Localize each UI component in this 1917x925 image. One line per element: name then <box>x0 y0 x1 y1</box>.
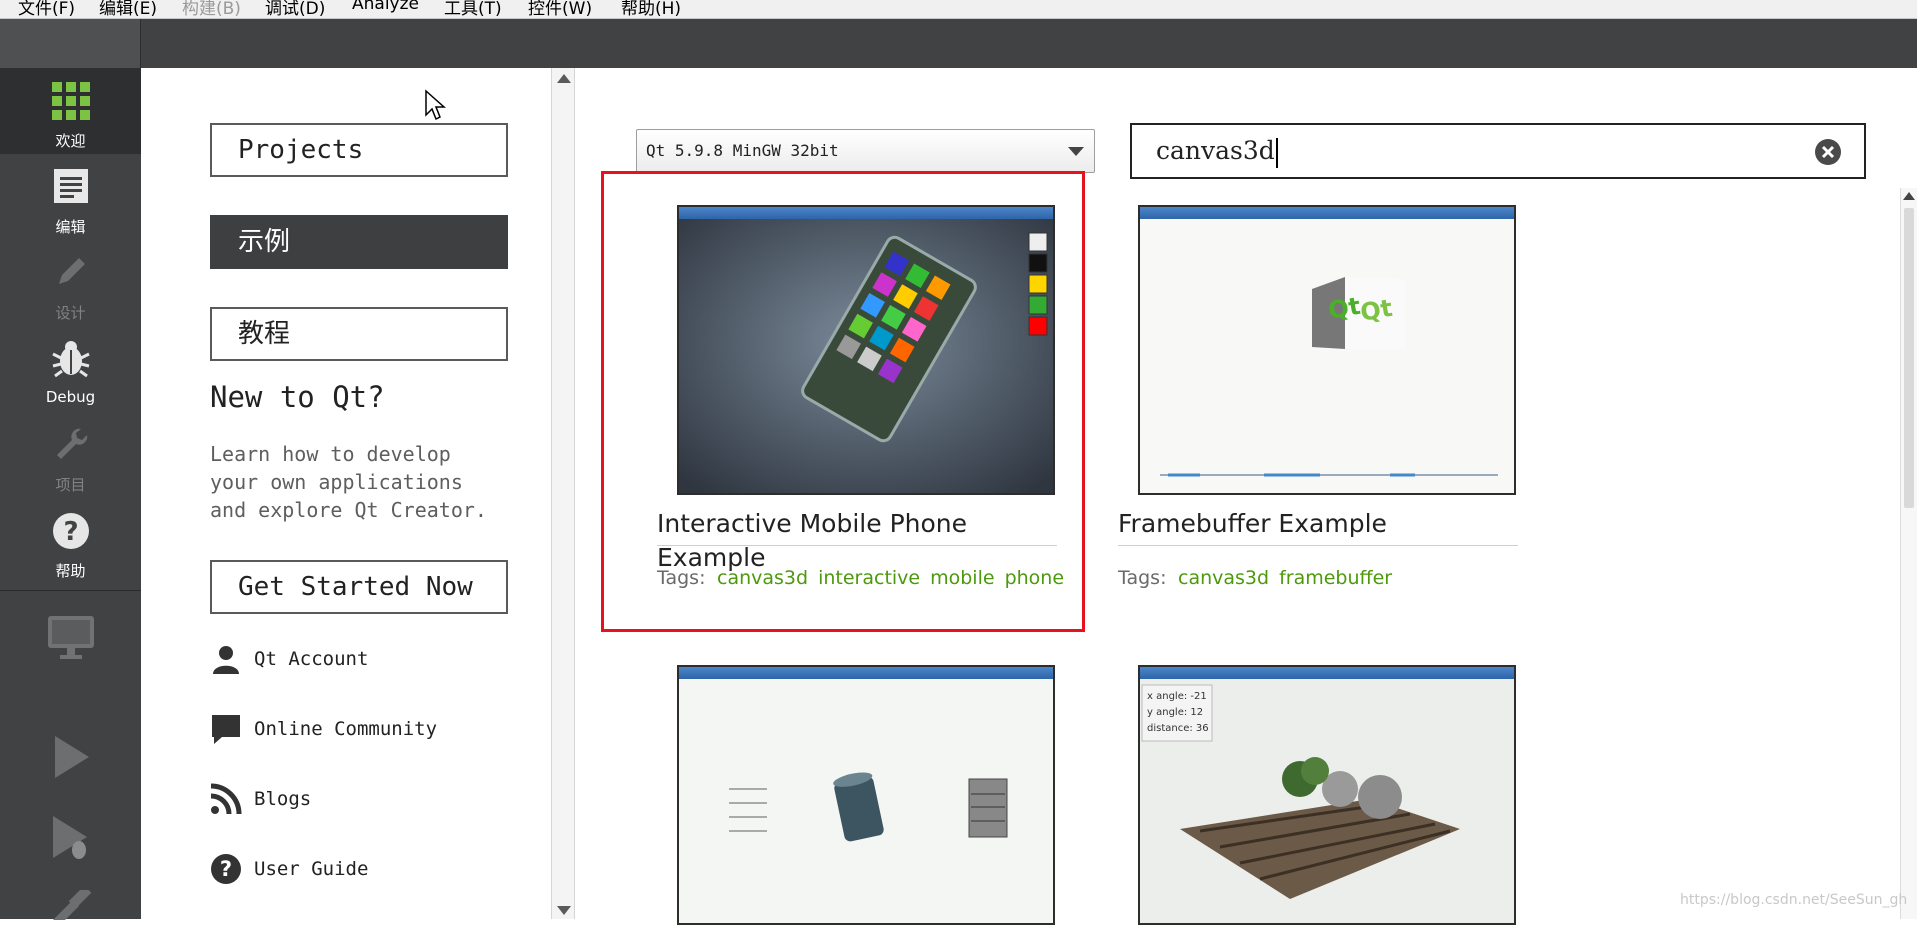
new-to-qt-line: Learn how to develop <box>210 442 451 466</box>
new-to-qt-line: your own applications <box>210 470 463 494</box>
run-icon[interactable] <box>51 734 91 780</box>
tag-link[interactable]: canvas3d <box>1178 567 1269 589</box>
mouse-cursor-icon <box>425 89 446 121</box>
mode-projects[interactable]: 项目 <box>0 412 141 498</box>
mode-edit[interactable]: 编辑 <box>0 154 141 240</box>
watermark-text: https://blog.csdn.net/SeeSun_gh <box>1680 892 1908 908</box>
example-tags: Tags: canvas3d framebuffer <box>1118 563 1478 593</box>
tag-link[interactable]: canvas3d <box>717 567 808 589</box>
link-label: Online Community <box>254 718 438 740</box>
user-icon <box>210 643 242 675</box>
mode-label: Debug <box>45 388 96 406</box>
menu-build[interactable]: 构建(B) <box>182 0 241 19</box>
examples-main-area: Qt 5.9.8 MinGW 32bit canvas3d Interactiv… <box>575 68 1917 925</box>
menu-tools[interactable]: 工具(T) <box>444 0 502 19</box>
mode-welcome[interactable]: 欢迎 <box>0 68 141 154</box>
orbit-readout-line: y angle: 12 <box>1147 707 1203 718</box>
example-thumbnail[interactable]: Qt Qt <box>1138 205 1516 495</box>
scroll-up-arrow-icon[interactable] <box>557 74 571 83</box>
projects-button[interactable]: Projects <box>210 123 508 177</box>
welcome-side-panel: Projects 示例 教程 New to Qt? Learn how to d… <box>141 68 551 919</box>
mode-design[interactable]: 设计 <box>0 240 141 326</box>
examples-scrollbar[interactable] <box>1900 188 1917 919</box>
link-label: User Guide <box>254 858 369 880</box>
tag-link[interactable]: interactive <box>818 567 920 589</box>
mode-sidebar: 欢迎 编辑 设计 Debug 项目 ? 帮助 <box>0 68 141 920</box>
debug-run-icon[interactable] <box>49 814 93 862</box>
tutorials-button[interactable]: 教程 <box>210 307 508 361</box>
mode-debug[interactable]: Debug <box>0 326 141 412</box>
svg-text:?: ? <box>63 517 78 547</box>
svg-text:Qt: Qt <box>1358 294 1394 327</box>
link-label: Qt Account <box>254 648 369 670</box>
user-guide-link[interactable]: ? User Guide <box>210 852 368 886</box>
qt-version-value: Qt 5.9.8 MinGW 32bit <box>646 141 839 160</box>
link-label: Blogs <box>254 788 312 810</box>
title-divider <box>657 545 1057 546</box>
mode-label: 项目 <box>55 476 86 494</box>
blogs-link[interactable]: Blogs <box>210 782 311 816</box>
build-hammer-icon[interactable] <box>49 890 93 920</box>
help-circle-icon: ? <box>210 853 242 885</box>
scroll-down-arrow-icon[interactable] <box>557 906 571 915</box>
svg-text:Qt: Qt <box>1326 292 1362 325</box>
new-to-qt-heading: New to Qt? <box>210 380 385 414</box>
kit-monitor-icon[interactable] <box>46 613 96 663</box>
menu-debug[interactable]: 调试(D) <box>265 0 325 19</box>
tags-label: Tags: <box>1118 567 1167 589</box>
edit-document-icon <box>53 169 88 203</box>
get-started-button[interactable]: Get Started Now <box>210 560 508 614</box>
new-to-qt-line: and explore Qt Creator. <box>210 498 487 522</box>
menu-bar: 文件(F) 编辑(E) 构建(B) 调试(D) Analyze 工具(T) 控件… <box>0 0 1917 19</box>
mode-label: 设计 <box>55 304 86 322</box>
examples-button[interactable]: 示例 <box>210 215 508 269</box>
example-thumbnail[interactable]: x angle: -21 y angle: 12 distance: 36 <box>1138 665 1516 925</box>
rss-icon <box>210 783 242 815</box>
title-divider <box>1118 545 1518 546</box>
sidebar-separator <box>0 590 141 591</box>
orbit-readout-line: distance: 36 <box>1147 723 1209 734</box>
orbit-readout-line: x angle: -21 <box>1147 691 1207 702</box>
mode-label: 帮助 <box>55 562 86 580</box>
design-pencil-icon <box>58 258 85 284</box>
tag-link[interactable]: phone <box>1005 567 1064 589</box>
example-thumbnail[interactable] <box>677 205 1055 495</box>
chat-bubble-icon <box>210 713 242 745</box>
chevron-down-icon <box>1068 147 1084 156</box>
menu-controls[interactable]: 控件(W) <box>528 0 592 19</box>
side-panel-scrollbar[interactable] <box>551 68 575 919</box>
scrollbar-thumb[interactable] <box>1904 208 1914 508</box>
tag-link[interactable]: framebuffer <box>1279 567 1392 589</box>
menu-edit[interactable]: 编辑(E) <box>99 0 157 19</box>
mode-label: 欢迎 <box>55 132 86 150</box>
examples-search-input[interactable]: canvas3d <box>1130 123 1866 179</box>
top-toolbar-strip <box>0 19 1917 68</box>
tag-link[interactable]: mobile <box>930 567 994 589</box>
debug-bug-icon <box>51 341 90 378</box>
qt-version-select[interactable]: Qt 5.9.8 MinGW 32bit <box>636 129 1095 173</box>
new-to-qt-text: Learn how to develop your own applicatio… <box>210 440 510 524</box>
welcome-grid-icon <box>51 82 90 120</box>
menu-analyze[interactable]: Analyze <box>352 0 419 14</box>
menu-help[interactable]: 帮助(H) <box>621 0 681 19</box>
example-title[interactable]: Framebuffer Example <box>1118 507 1518 541</box>
svg-text:?: ? <box>220 857 232 881</box>
search-value: canvas3d <box>1156 136 1275 165</box>
example-thumbnail[interactable] <box>677 665 1055 925</box>
menu-file[interactable]: 文件(F) <box>18 0 75 19</box>
scroll-up-arrow-icon[interactable] <box>1903 192 1915 200</box>
clear-search-icon[interactable] <box>1814 138 1842 166</box>
tags-label: Tags: <box>657 567 706 589</box>
mode-label: 编辑 <box>55 218 86 236</box>
example-tags: Tags: canvas3d interactive mobile phone <box>657 563 1064 593</box>
toolbar-corner <box>0 19 141 68</box>
text-cursor <box>1275 137 1278 168</box>
mode-help[interactable]: ? 帮助 <box>0 498 141 584</box>
projects-wrench-icon <box>56 428 87 459</box>
qt-account-link[interactable]: Qt Account <box>210 642 368 676</box>
online-community-link[interactable]: Online Community <box>210 712 437 746</box>
help-question-icon: ? <box>52 513 89 549</box>
